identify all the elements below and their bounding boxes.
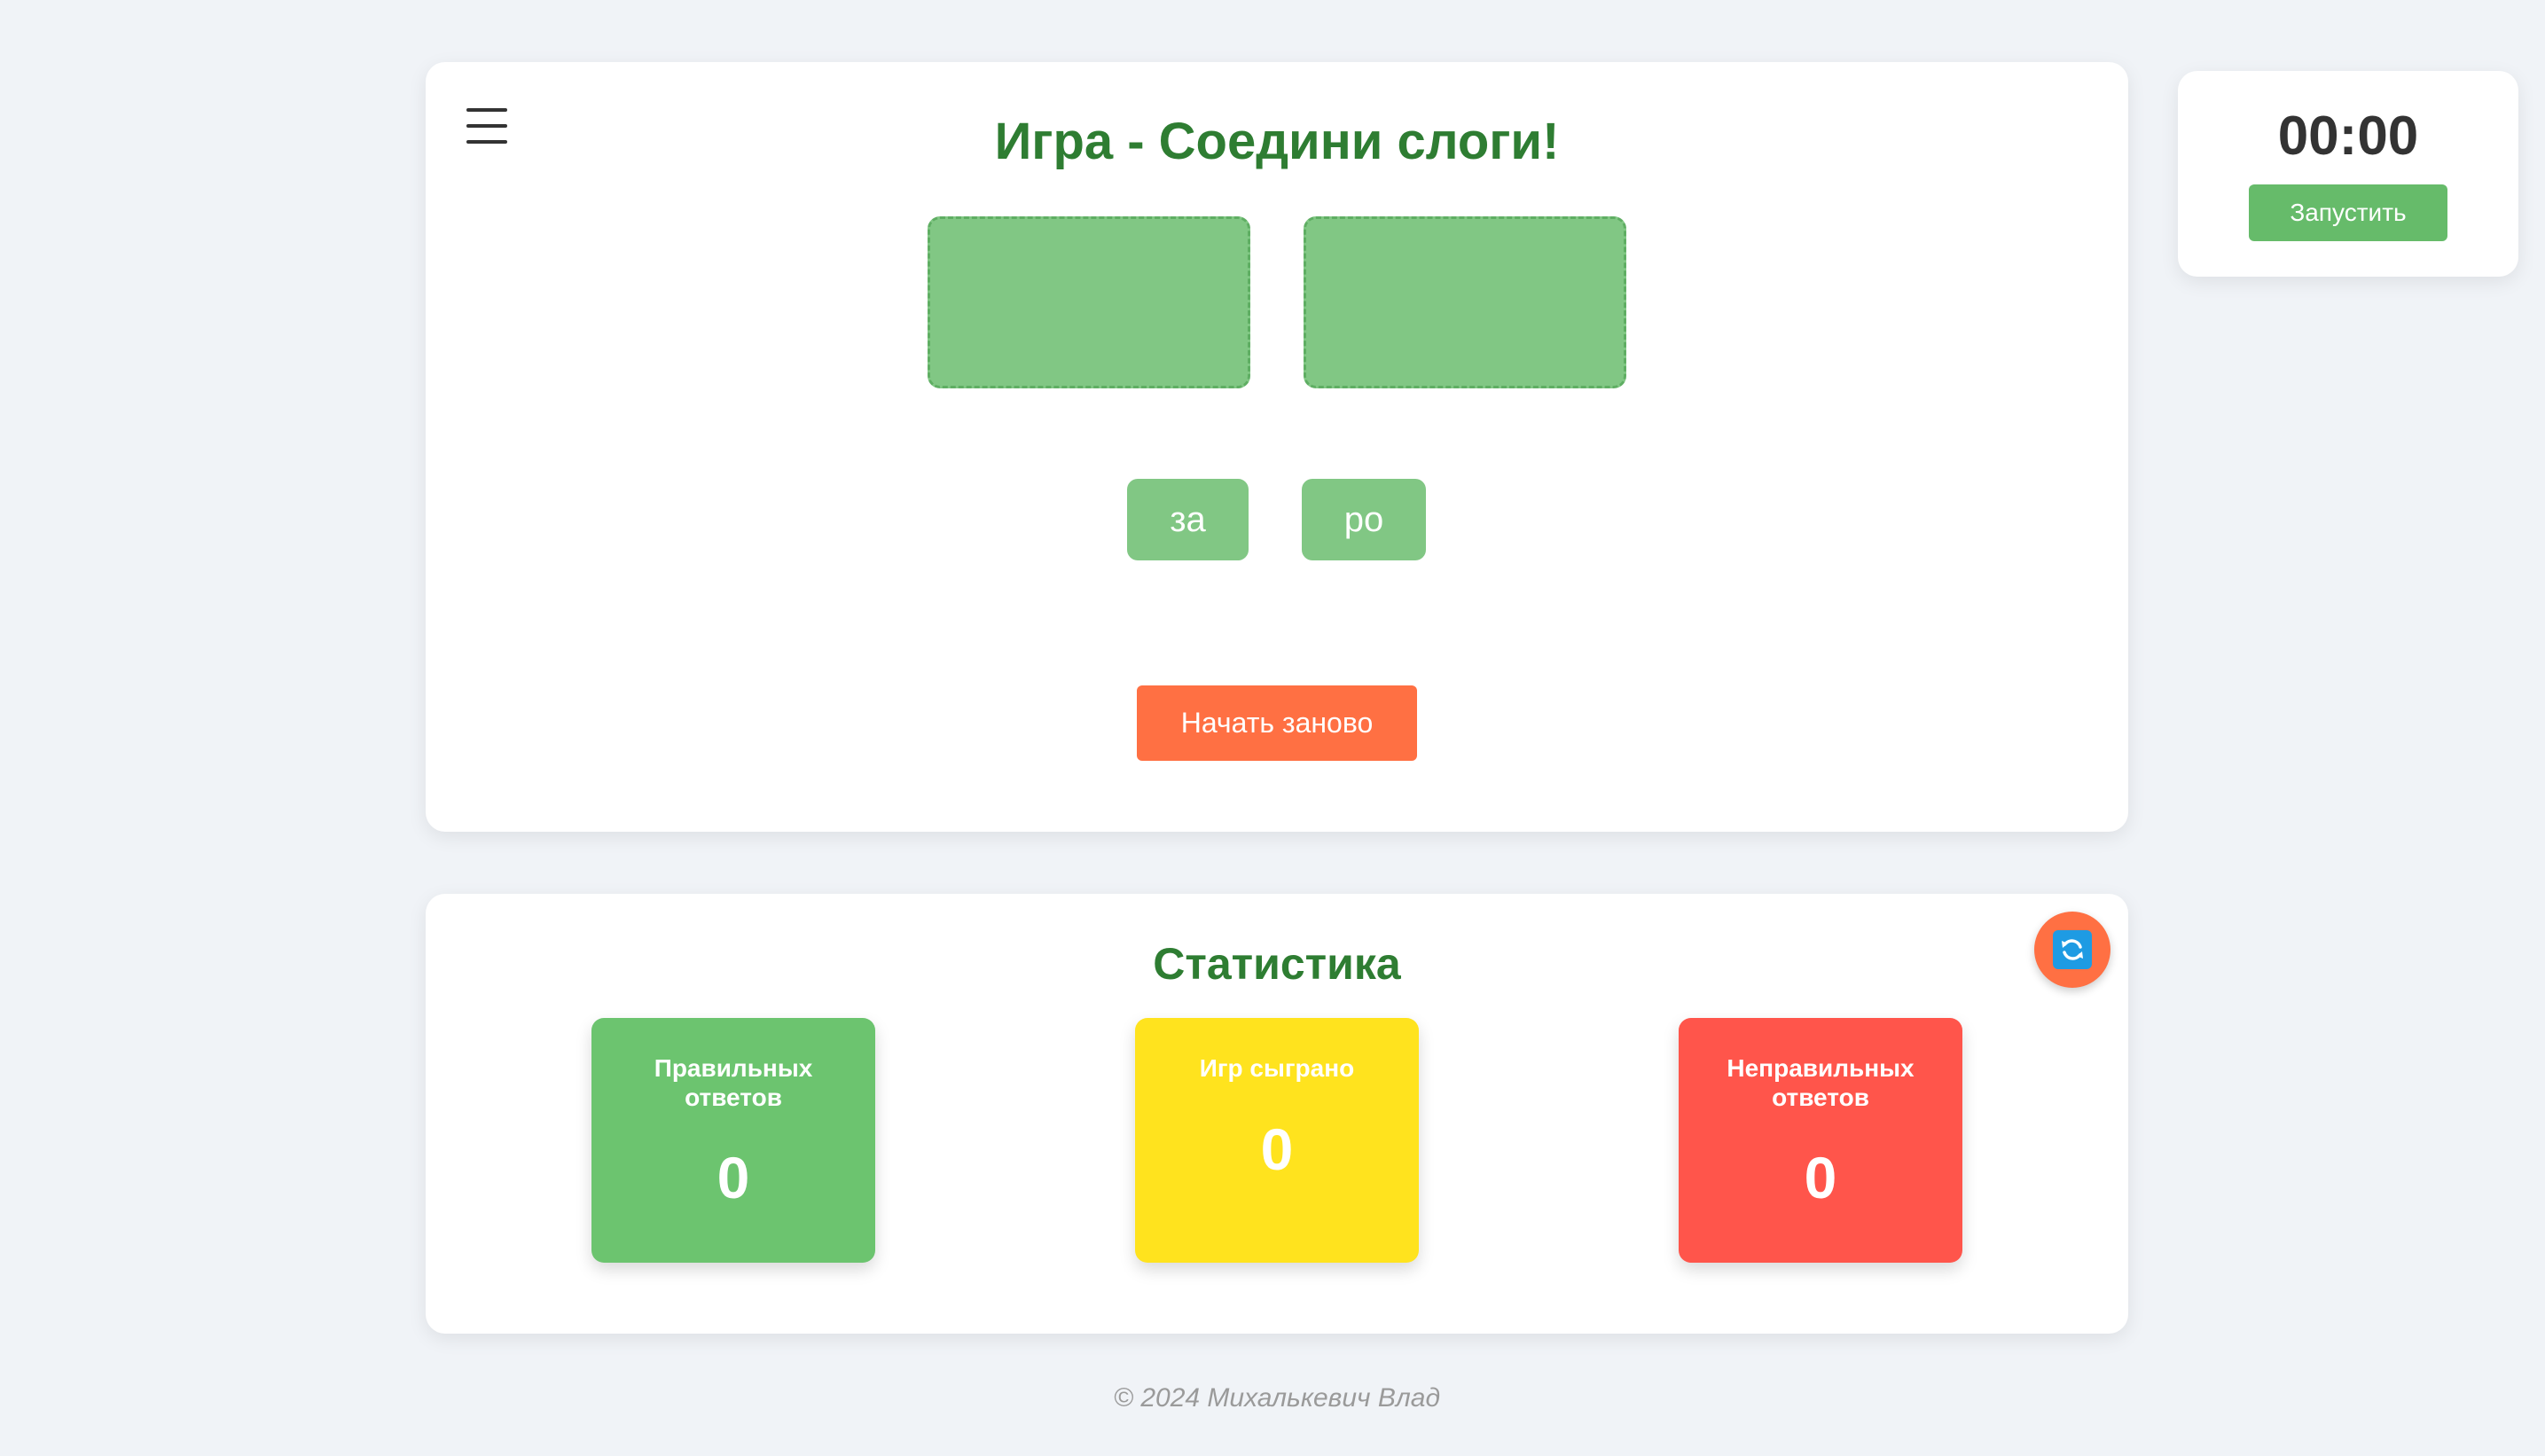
game-panel: Игра - Соедини слоги! за ро Начать занов… bbox=[426, 62, 2128, 832]
stat-played-label: Игр сыграно bbox=[1199, 1054, 1355, 1082]
timer-display: 00:00 bbox=[2277, 106, 2419, 167]
game-title: Игра - Соедини слоги! bbox=[994, 113, 1560, 170]
stat-played-card: Игр сыграно 0 bbox=[1135, 1018, 1419, 1263]
stat-wrong-label: Неправильных ответов bbox=[1727, 1054, 1915, 1111]
drop-zone-1[interactable] bbox=[928, 216, 1250, 388]
stats-panel: Статистика Правильных ответов 0 Игр сыгр… bbox=[426, 894, 2128, 1334]
stat-played-value: 0 bbox=[1260, 1116, 1294, 1182]
restart-button[interactable]: Начать заново bbox=[1137, 685, 1417, 761]
stats-title: Статистика bbox=[1153, 939, 1401, 989]
stat-wrong-card: Неправильных ответов 0 bbox=[1679, 1018, 1962, 1263]
syllable-card[interactable]: ро bbox=[1302, 479, 1426, 560]
stat-correct-value: 0 bbox=[717, 1145, 750, 1210]
start-timer-button[interactable]: Запустить bbox=[2249, 184, 2447, 241]
syllable-card[interactable]: за bbox=[1127, 479, 1249, 560]
stat-correct-label: Правильных ответов bbox=[654, 1054, 813, 1111]
timer-panel: 00:00 Запустить bbox=[2178, 71, 2518, 277]
drop-zone-2[interactable] bbox=[1304, 216, 1626, 388]
stat-wrong-value: 0 bbox=[1804, 1145, 1837, 1210]
refresh-button[interactable] bbox=[2034, 912, 2110, 988]
footer-copyright: © 2024 Михалькевич Влад bbox=[1113, 1383, 1441, 1413]
stat-correct-card: Правильных ответов 0 bbox=[591, 1018, 875, 1263]
refresh-icon bbox=[2053, 930, 2092, 969]
